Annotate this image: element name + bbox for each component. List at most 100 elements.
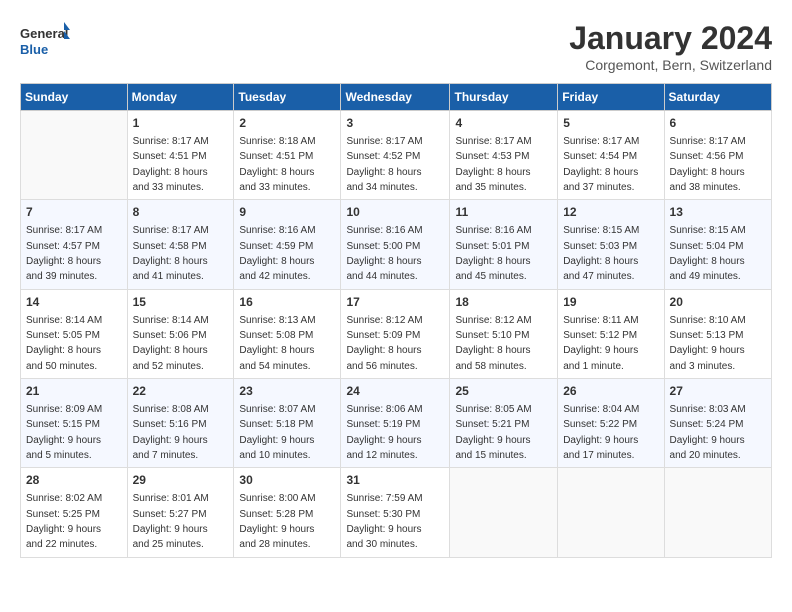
day-info: Sunrise: 8:17 AM Sunset: 4:52 PM Dayligh… [346, 136, 422, 193]
day-info: Sunrise: 8:18 AM Sunset: 4:51 PM Dayligh… [239, 136, 315, 193]
logo: General Blue [20, 20, 70, 64]
day-info: Sunrise: 8:16 AM Sunset: 5:01 PM Dayligh… [455, 225, 531, 282]
header-friday: Friday [558, 84, 664, 111]
day-number: 19 [563, 294, 658, 311]
day-info: Sunrise: 8:17 AM Sunset: 4:58 PM Dayligh… [133, 225, 209, 282]
day-info: Sunrise: 8:16 AM Sunset: 5:00 PM Dayligh… [346, 225, 422, 282]
title-block: January 2024 Corgemont, Bern, Switzerlan… [569, 20, 772, 73]
day-number: 25 [455, 383, 552, 400]
day-cell: 21 Sunrise: 8:09 AM Sunset: 5:15 PM Dayli… [21, 379, 128, 468]
day-number: 17 [346, 294, 444, 311]
day-cell: 5 Sunrise: 8:17 AM Sunset: 4:54 PM Daylig… [558, 111, 664, 200]
day-info: Sunrise: 8:17 AM Sunset: 4:53 PM Dayligh… [455, 136, 531, 193]
header-thursday: Thursday [450, 84, 558, 111]
day-cell: 10Sunrise: 8:16 AM Sunset: 5:00 PM Dayli… [341, 200, 450, 289]
day-info: Sunrise: 7:59 AM Sunset: 5:30 PM Dayligh… [346, 493, 422, 550]
day-cell: 29 Sunrise: 8:01 AM Sunset: 5:27 PM Dayli… [127, 468, 234, 557]
day-number: 31 [346, 472, 444, 489]
day-cell: 15 Sunrise: 8:14 AM Sunset: 5:06 PM Dayli… [127, 289, 234, 378]
calendar-table: SundayMondayTuesdayWednesdayThursdayFrid… [20, 83, 772, 558]
header-tuesday: Tuesday [234, 84, 341, 111]
day-info: Sunrise: 8:14 AM Sunset: 5:05 PM Dayligh… [26, 315, 102, 372]
day-info: Sunrise: 8:04 AM Sunset: 5:22 PM Dayligh… [563, 404, 639, 461]
day-number: 23 [239, 383, 335, 400]
day-cell [664, 468, 771, 557]
day-cell: 24 Sunrise: 8:06 AM Sunset: 5:19 PM Dayli… [341, 379, 450, 468]
day-number: 8 [133, 204, 229, 221]
day-number: 12 [563, 204, 658, 221]
day-cell: 6 Sunrise: 8:17 AM Sunset: 4:56 PM Daylig… [664, 111, 771, 200]
day-number: 11 [455, 204, 552, 221]
day-number: 27 [670, 383, 766, 400]
day-number: 1 [133, 115, 229, 132]
day-number: 24 [346, 383, 444, 400]
day-cell: 14 Sunrise: 8:14 AM Sunset: 5:05 PM Dayli… [21, 289, 128, 378]
day-cell: 13 Sunrise: 8:15 AM Sunset: 5:04 PM Dayli… [664, 200, 771, 289]
day-info: Sunrise: 8:02 AM Sunset: 5:25 PM Dayligh… [26, 493, 102, 550]
day-info: Sunrise: 8:17 AM Sunset: 4:56 PM Dayligh… [670, 136, 746, 193]
day-number: 22 [133, 383, 229, 400]
day-info: Sunrise: 8:10 AM Sunset: 5:13 PM Dayligh… [670, 315, 746, 372]
week-row-5: 28 Sunrise: 8:02 AM Sunset: 5:25 PM Dayli… [21, 468, 772, 557]
day-number: 29 [133, 472, 229, 489]
day-info: Sunrise: 8:15 AM Sunset: 5:03 PM Dayligh… [563, 225, 639, 282]
day-cell: 19 Sunrise: 8:11 AM Sunset: 5:12 PM Dayli… [558, 289, 664, 378]
day-cell: 9Sunrise: 8:16 AM Sunset: 4:59 PM Daylig… [234, 200, 341, 289]
day-number: 3 [346, 115, 444, 132]
month-title: January 2024 [569, 20, 772, 57]
day-number: 16 [239, 294, 335, 311]
day-number: 7 [26, 204, 122, 221]
day-cell: 8 Sunrise: 8:17 AM Sunset: 4:58 PM Daylig… [127, 200, 234, 289]
day-number: 28 [26, 472, 122, 489]
day-number: 6 [670, 115, 766, 132]
header-sunday: Sunday [21, 84, 128, 111]
day-info: Sunrise: 8:00 AM Sunset: 5:28 PM Dayligh… [239, 493, 315, 550]
day-info: Sunrise: 8:17 AM Sunset: 4:54 PM Dayligh… [563, 136, 639, 193]
day-cell: 20 Sunrise: 8:10 AM Sunset: 5:13 PM Dayli… [664, 289, 771, 378]
week-row-1: 1 Sunrise: 8:17 AM Sunset: 4:51 PM Daylig… [21, 111, 772, 200]
day-number: 15 [133, 294, 229, 311]
day-number: 26 [563, 383, 658, 400]
day-info: Sunrise: 8:15 AM Sunset: 5:04 PM Dayligh… [670, 225, 746, 282]
day-cell: 2 Sunrise: 8:18 AM Sunset: 4:51 PM Daylig… [234, 111, 341, 200]
day-number: 13 [670, 204, 766, 221]
svg-text:General: General [20, 26, 68, 41]
day-cell [558, 468, 664, 557]
header-saturday: Saturday [664, 84, 771, 111]
day-info: Sunrise: 8:14 AM Sunset: 5:06 PM Dayligh… [133, 315, 209, 372]
day-info: Sunrise: 8:06 AM Sunset: 5:19 PM Dayligh… [346, 404, 422, 461]
day-info: Sunrise: 8:17 AM Sunset: 4:57 PM Dayligh… [26, 225, 102, 282]
day-info: Sunrise: 8:01 AM Sunset: 5:27 PM Dayligh… [133, 493, 209, 550]
logo-svg: General Blue [20, 20, 70, 64]
header-monday: Monday [127, 84, 234, 111]
day-info: Sunrise: 8:12 AM Sunset: 5:10 PM Dayligh… [455, 315, 531, 372]
header-wednesday: Wednesday [341, 84, 450, 111]
day-cell: 27 Sunrise: 8:03 AM Sunset: 5:24 PM Dayli… [664, 379, 771, 468]
day-number: 2 [239, 115, 335, 132]
day-number: 30 [239, 472, 335, 489]
day-cell [450, 468, 558, 557]
week-row-2: 7 Sunrise: 8:17 AM Sunset: 4:57 PM Daylig… [21, 200, 772, 289]
day-number: 21 [26, 383, 122, 400]
day-info: Sunrise: 8:07 AM Sunset: 5:18 PM Dayligh… [239, 404, 315, 461]
day-cell: 4Sunrise: 8:17 AM Sunset: 4:53 PM Daylig… [450, 111, 558, 200]
day-info: Sunrise: 8:09 AM Sunset: 5:15 PM Dayligh… [26, 404, 102, 461]
day-cell: 22Sunrise: 8:08 AM Sunset: 5:16 PM Dayli… [127, 379, 234, 468]
day-info: Sunrise: 8:11 AM Sunset: 5:12 PM Dayligh… [563, 315, 638, 372]
day-number: 9 [239, 204, 335, 221]
day-cell: 16Sunrise: 8:13 AM Sunset: 5:08 PM Dayli… [234, 289, 341, 378]
week-row-3: 14 Sunrise: 8:14 AM Sunset: 5:05 PM Dayli… [21, 289, 772, 378]
page-header: General Blue January 2024 Corgemont, Ber… [20, 20, 772, 73]
day-number: 18 [455, 294, 552, 311]
day-cell: 25Sunrise: 8:05 AM Sunset: 5:21 PM Dayli… [450, 379, 558, 468]
day-cell: 17Sunrise: 8:12 AM Sunset: 5:09 PM Dayli… [341, 289, 450, 378]
header-row: SundayMondayTuesdayWednesdayThursdayFrid… [21, 84, 772, 111]
day-number: 5 [563, 115, 658, 132]
day-number: 14 [26, 294, 122, 311]
day-cell [21, 111, 128, 200]
day-info: Sunrise: 8:17 AM Sunset: 4:51 PM Dayligh… [133, 136, 209, 193]
day-info: Sunrise: 8:03 AM Sunset: 5:24 PM Dayligh… [670, 404, 746, 461]
day-cell: 12 Sunrise: 8:15 AM Sunset: 5:03 PM Dayli… [558, 200, 664, 289]
day-number: 20 [670, 294, 766, 311]
day-cell: 30 Sunrise: 8:00 AM Sunset: 5:28 PM Dayli… [234, 468, 341, 557]
